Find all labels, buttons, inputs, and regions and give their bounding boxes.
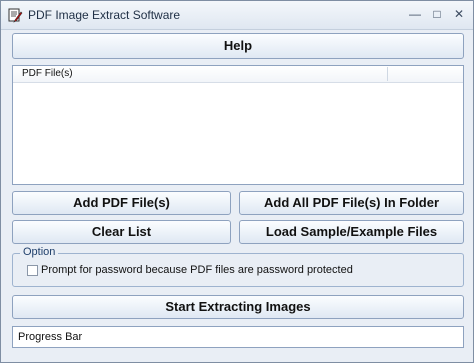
add-folder-label: Add All PDF File(s) In Folder <box>263 195 440 210</box>
start-extracting-label: Start Extracting Images <box>165 299 311 314</box>
add-folder-button[interactable]: Add All PDF File(s) In Folder <box>239 191 464 215</box>
close-button[interactable]: ✕ <box>449 5 469 23</box>
progress-label: Progress Bar <box>18 331 83 343</box>
progress-bar: Progress Bar <box>12 326 464 348</box>
minimize-button[interactable]: — <box>405 5 425 23</box>
clear-list-button[interactable]: Clear List <box>12 220 231 244</box>
column-divider[interactable] <box>387 67 388 81</box>
load-sample-files-button[interactable]: Load Sample/Example Files <box>239 220 464 244</box>
option-group-title: Option <box>20 246 59 258</box>
password-checkbox[interactable] <box>27 265 38 276</box>
file-list-header: PDF File(s) <box>13 66 463 83</box>
password-checkbox-label[interactable]: Prompt for password because PDF files ar… <box>41 264 353 276</box>
app-window: PDF Image Extract Software — □ ✕ Help PD… <box>0 0 474 363</box>
window-title: PDF Image Extract Software <box>28 8 181 22</box>
help-button-label: Help <box>223 38 253 53</box>
add-pdf-files-button[interactable]: Add PDF File(s) <box>12 191 231 215</box>
clear-list-label: Clear List <box>91 224 152 239</box>
option-group: Option Prompt for password because PDF f… <box>12 246 464 287</box>
add-pdf-files-label: Add PDF File(s) <box>73 195 170 210</box>
start-extracting-button[interactable]: Start Extracting Images <box>12 295 464 319</box>
load-sample-files-label: Load Sample/Example Files <box>265 224 438 239</box>
document-pen-icon <box>7 7 23 23</box>
title-bar[interactable]: PDF Image Extract Software — □ ✕ <box>1 1 473 30</box>
pdf-files-column-header[interactable]: PDF File(s) <box>22 68 73 79</box>
pdf-file-list[interactable]: PDF File(s) <box>12 65 464 185</box>
maximize-button[interactable]: □ <box>427 5 447 23</box>
help-button[interactable]: Help <box>12 33 464 59</box>
